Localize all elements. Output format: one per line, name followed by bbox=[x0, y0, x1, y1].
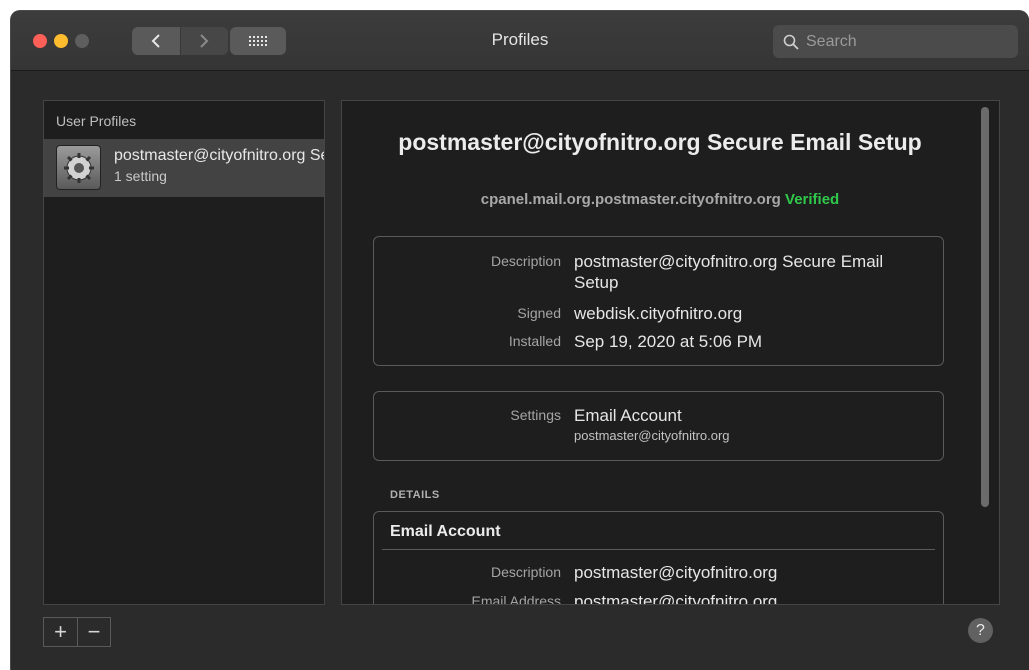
profile-subtitle: cpanel.mail.org.postmaster.cityofnitro.o… bbox=[342, 191, 978, 208]
settings-box: Settings Email Account postmaster@cityof… bbox=[373, 391, 944, 461]
details-section-label: DETAILS bbox=[390, 489, 440, 501]
vertical-scrollbar[interactable] bbox=[981, 107, 989, 507]
signed-label: Signed bbox=[517, 305, 561, 321]
email-account-heading: Email Account bbox=[390, 523, 501, 540]
profile-setting-count: 1 setting bbox=[114, 168, 167, 184]
settings-value: Email Account bbox=[574, 406, 682, 425]
add-profile-button[interactable]: + bbox=[44, 618, 77, 646]
list-header: User Profiles bbox=[56, 113, 137, 129]
profile-identifier: cpanel.mail.org.postmaster.cityofnitro.o… bbox=[480, 191, 781, 208]
account-description-value: postmaster@cityofnitro.org bbox=[574, 563, 778, 582]
profiles-list: User Profiles postmaster@cityofnitro.org… bbox=[43, 100, 325, 605]
description-label: Description bbox=[490, 253, 561, 269]
email-address-value: postmaster@cityofnitro.org bbox=[574, 592, 778, 605]
settings-sub: postmaster@cityofnitro.org bbox=[574, 428, 730, 443]
profile-detail-pane: postmaster@cityofnitro.org Secure Email … bbox=[341, 100, 1000, 605]
installed-value: Sep 19, 2020 at 5:06 PM bbox=[574, 332, 763, 351]
help-button[interactable]: ? bbox=[968, 618, 993, 643]
profile-list-item[interactable]: postmaster@cityofnitro.org Secure Email … bbox=[44, 139, 324, 197]
account-description-label: Description bbox=[490, 564, 561, 580]
search-field[interactable] bbox=[773, 25, 1018, 58]
summary-box: Description postmaster@cityofnitro.org S… bbox=[373, 236, 944, 366]
gear-icon bbox=[56, 145, 101, 190]
search-icon bbox=[783, 34, 799, 50]
settings-label: Settings bbox=[510, 407, 561, 423]
divider bbox=[382, 549, 935, 550]
add-remove-control: + − bbox=[43, 617, 111, 647]
title-bar: Profiles bbox=[11, 11, 1029, 71]
remove-profile-button[interactable]: − bbox=[77, 618, 110, 646]
verified-badge: Verified bbox=[785, 191, 840, 208]
description-value: postmaster@cityofnitro.org Secure Email … bbox=[574, 252, 884, 292]
profile-name: postmaster@cityofnitro.org Secure Email … bbox=[114, 147, 324, 164]
signed-value: webdisk.cityofnitro.org bbox=[574, 304, 743, 323]
installed-label: Installed bbox=[508, 333, 561, 349]
profiles-window: Profiles User Profiles bbox=[10, 10, 1029, 670]
profile-text: postmaster@cityofnitro.org Secure Email … bbox=[114, 147, 324, 184]
search-input[interactable] bbox=[806, 32, 1006, 51]
email-account-box: Email Account Description postmaster@cit… bbox=[373, 511, 944, 605]
email-address-label: Email Address bbox=[471, 593, 561, 605]
profile-title: postmaster@cityofnitro.org Secure Email … bbox=[398, 129, 922, 155]
